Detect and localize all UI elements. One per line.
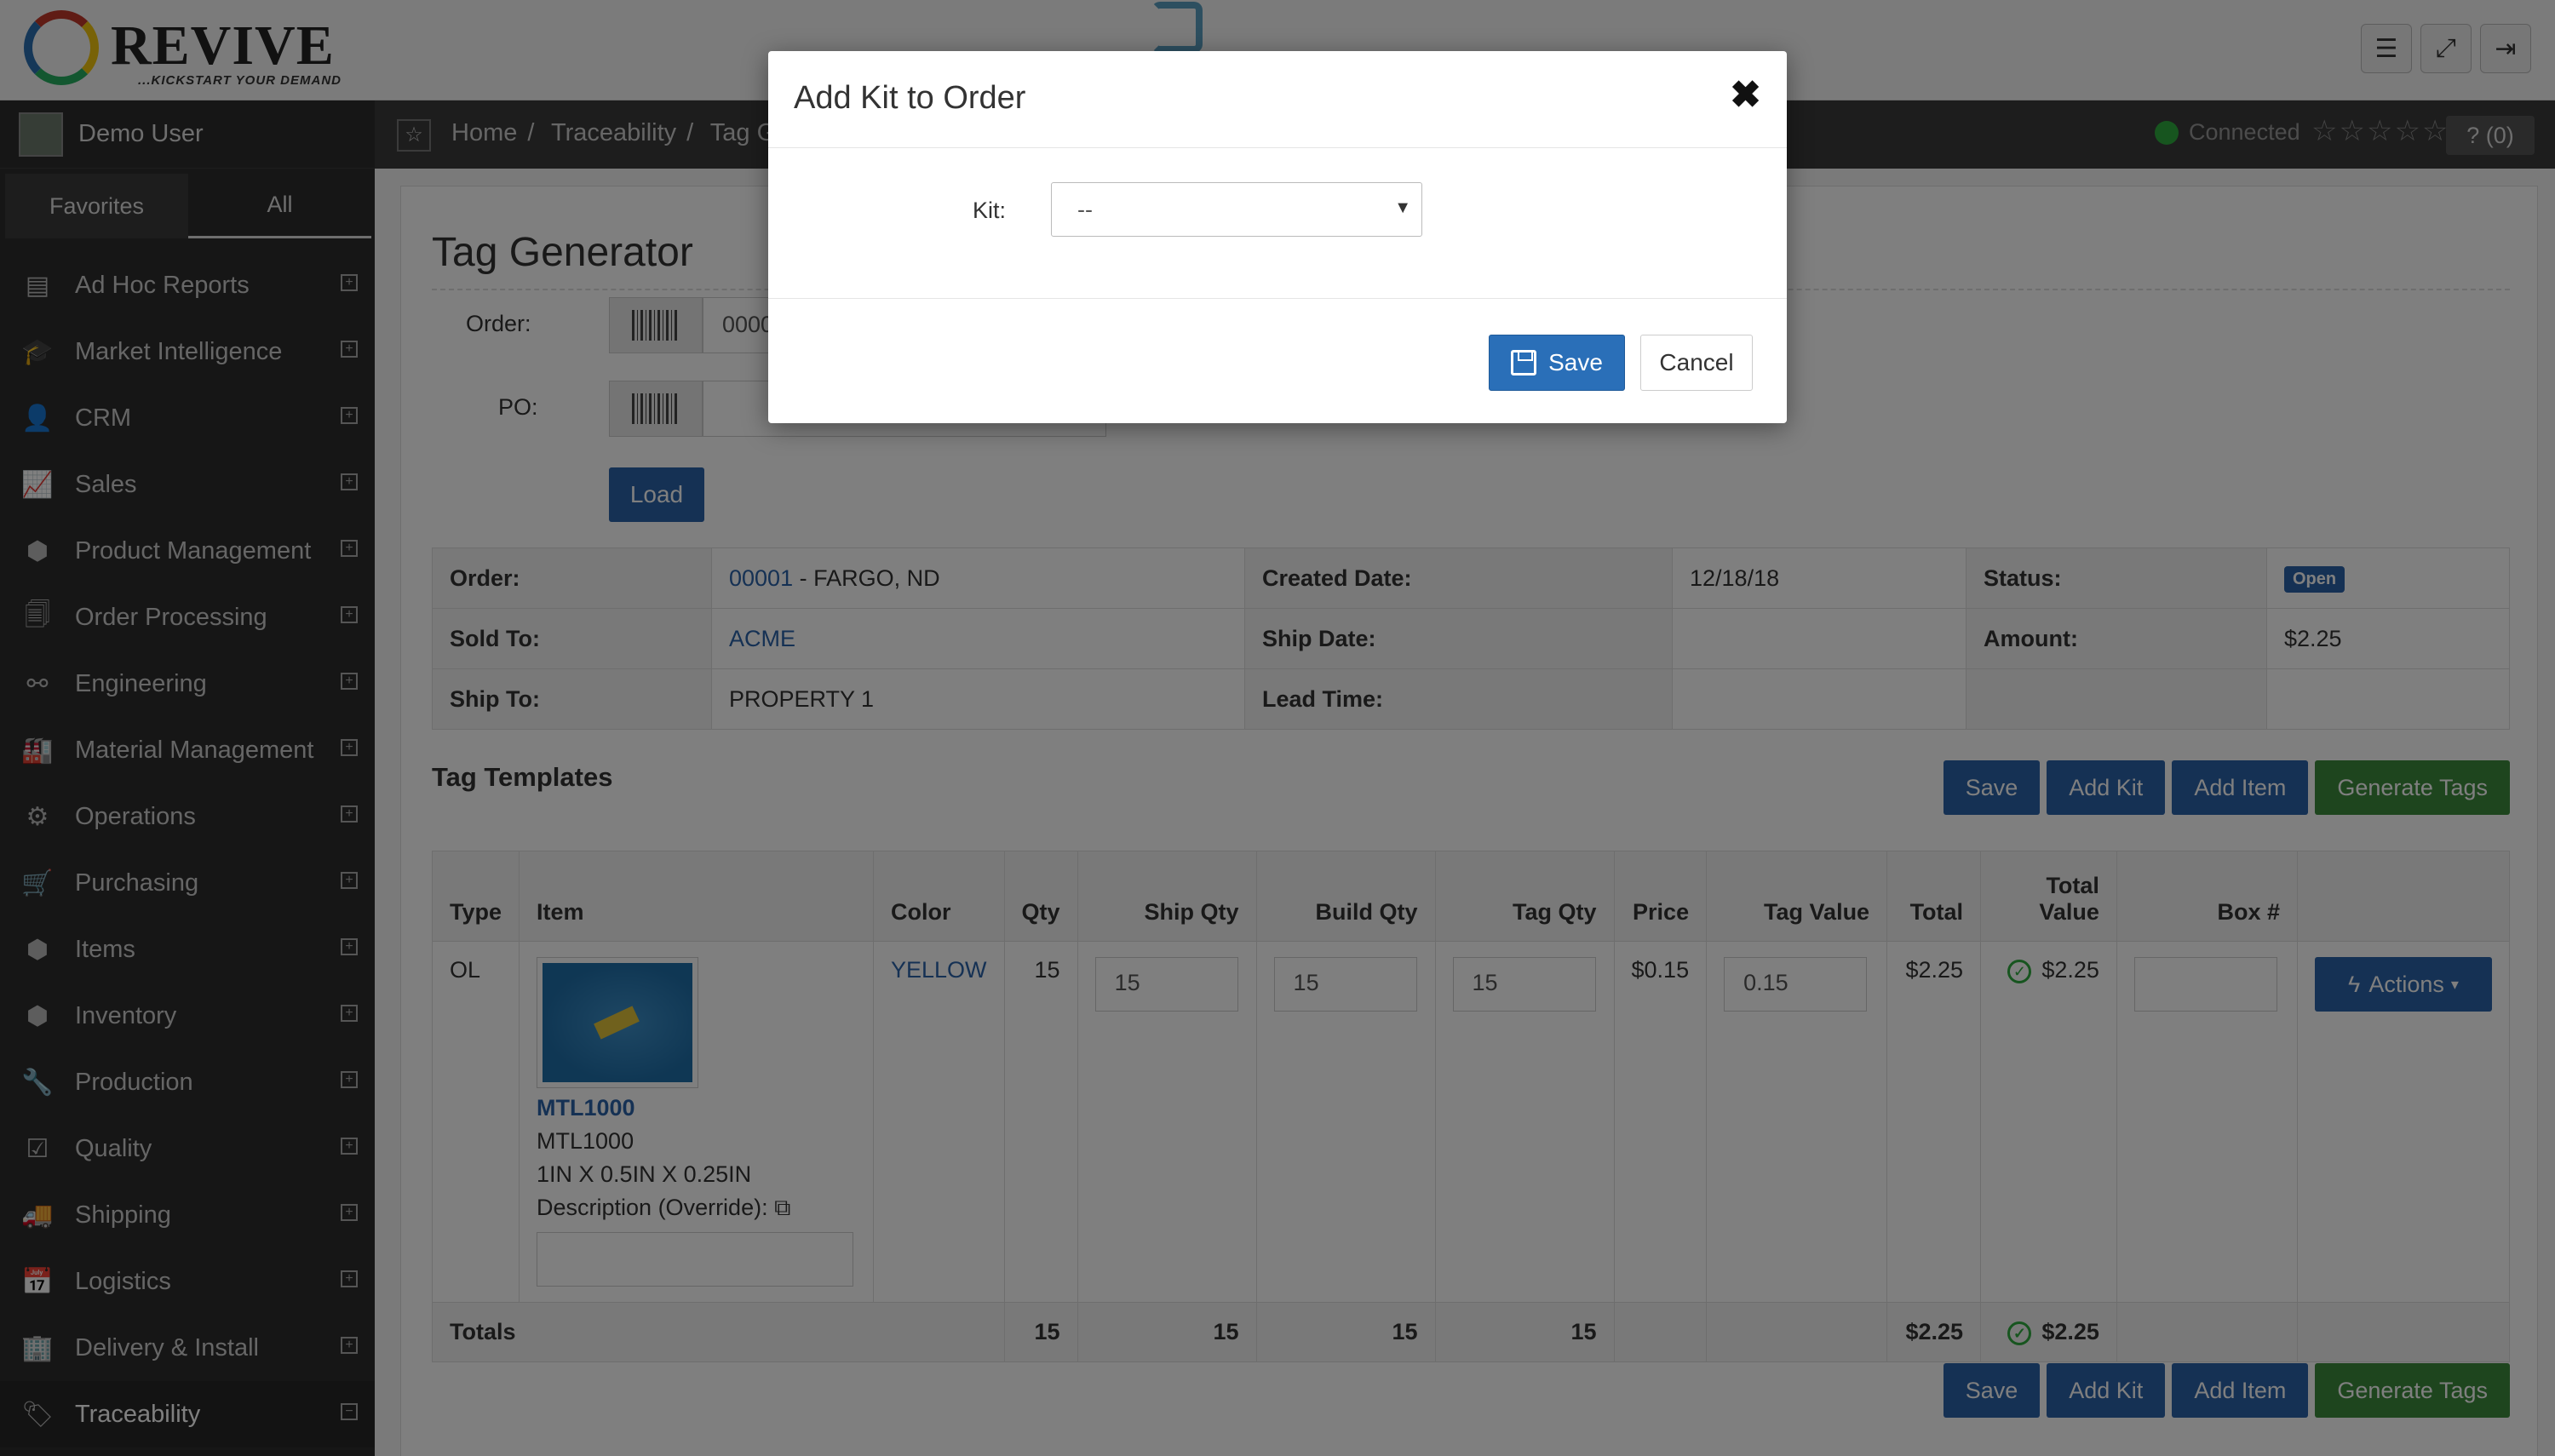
modal-header: Add Kit to Order ✖ xyxy=(768,51,1787,148)
modal-body: Kit: -- ▼ xyxy=(768,148,1787,299)
modal-title: Add Kit to Order xyxy=(794,80,1026,116)
modal-cancel-button[interactable]: Cancel xyxy=(1640,335,1753,391)
modal-footer: Save Cancel xyxy=(768,299,1787,423)
kit-label: Kit: xyxy=(973,198,1007,223)
modal-save-button[interactable]: Save xyxy=(1489,335,1625,391)
kit-selected-value: -- xyxy=(1077,197,1093,222)
caret-down-icon: ▼ xyxy=(1394,198,1411,217)
close-icon[interactable]: ✖ xyxy=(1730,73,1761,117)
modal-save-label: Save xyxy=(1548,349,1603,375)
add-kit-modal: Add Kit to Order ✖ Kit: -- ▼ Save Cancel xyxy=(768,51,1787,423)
kit-select[interactable]: -- ▼ xyxy=(1051,182,1422,237)
floppy-disk-icon xyxy=(1511,350,1537,375)
